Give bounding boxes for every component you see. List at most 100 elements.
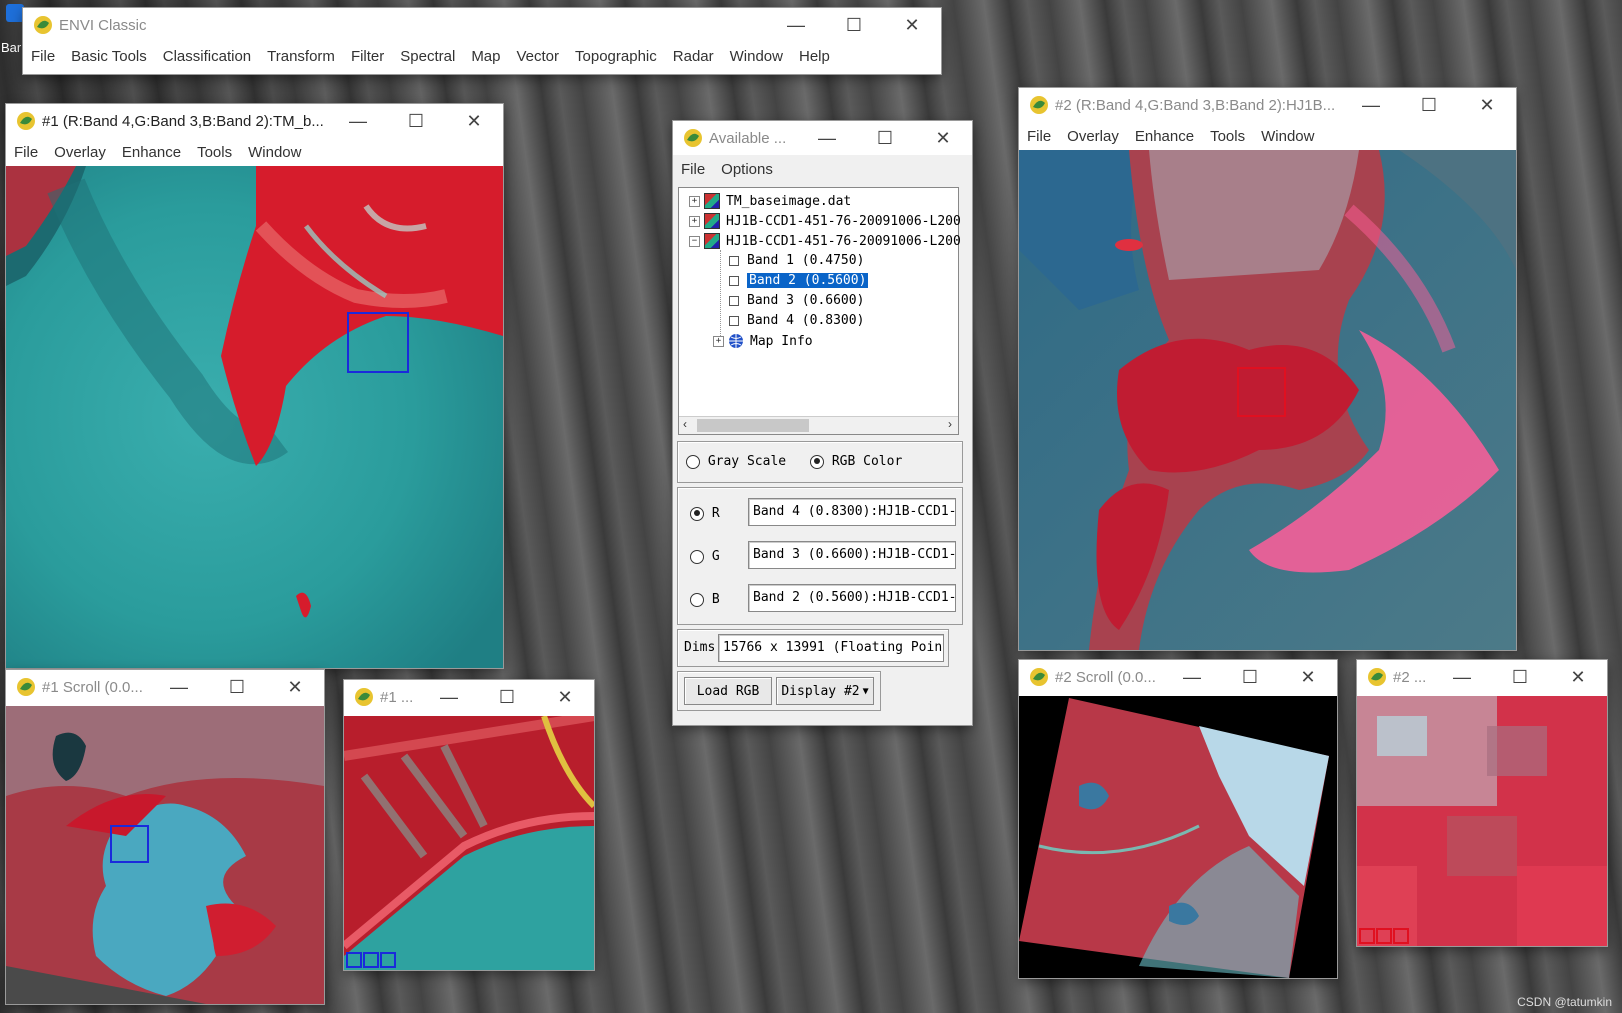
zoom-out-button[interactable] — [346, 952, 362, 968]
close-button[interactable]: ✕ — [1458, 88, 1516, 122]
close-button[interactable]: ✕ — [914, 121, 972, 155]
collapse-icon[interactable]: − — [689, 235, 700, 247]
scrollbar-thumb[interactable] — [697, 419, 809, 432]
menu-window[interactable]: Window — [240, 144, 309, 161]
menu-tools[interactable]: Tools — [189, 144, 240, 161]
close-button[interactable]: ✕ — [445, 104, 503, 138]
gray-scale-radio[interactable] — [686, 454, 700, 469]
scroll1-image[interactable] — [6, 706, 324, 1004]
zoom-in-button[interactable] — [363, 952, 379, 968]
menu-classification[interactable]: Classification — [155, 48, 259, 65]
rgb-color-option[interactable]: RGB Color — [810, 454, 902, 469]
maximize-button[interactable]: ☐ — [1491, 660, 1549, 694]
expand-icon[interactable]: + — [689, 215, 700, 227]
channel-g-field[interactable]: Band 3 (0.6600):HJ1B-CCD1-45 — [748, 541, 956, 569]
close-button[interactable]: ✕ — [266, 670, 324, 704]
menu-help[interactable]: Help — [791, 48, 838, 65]
display1-titlebar[interactable]: #1 (R:Band 4,G:Band 3,B:Band 2):TM_b... … — [6, 104, 503, 138]
maximize-button[interactable]: ☐ — [1221, 660, 1279, 694]
tree-map-info[interactable]: + Map Info — [713, 333, 813, 349]
zoom-reset-button[interactable] — [1393, 928, 1409, 944]
channel-g-option[interactable]: G — [690, 549, 720, 564]
minimize-button[interactable]: — — [1433, 660, 1491, 694]
envi-main-titlebar[interactable]: ENVI Classic — ☐ ✕ — [23, 8, 941, 42]
minimize-button[interactable]: — — [329, 104, 387, 138]
menu-filter[interactable]: Filter — [343, 48, 392, 65]
maximize-button[interactable]: ☐ — [387, 104, 445, 138]
scroll2-titlebar[interactable]: #2 Scroll (0.0... — ☐ ✕ — [1019, 660, 1337, 694]
menu-window[interactable]: Window — [722, 48, 791, 65]
zoom1-image[interactable] — [344, 716, 594, 970]
menu-map[interactable]: Map — [463, 48, 508, 65]
channel-r-option[interactable]: R — [690, 506, 720, 521]
tree-band-4[interactable]: Band 4 (0.8300) — [729, 313, 864, 328]
close-button[interactable]: ✕ — [536, 680, 594, 714]
display2-image[interactable] — [1019, 150, 1516, 650]
scroll1-titlebar[interactable]: #1 Scroll (0.0... — ☐ ✕ — [6, 670, 324, 704]
zoom2-titlebar[interactable]: #2 ... — ☐ ✕ — [1357, 660, 1607, 694]
gray-scale-option[interactable]: Gray Scale — [686, 454, 786, 469]
menu-enhance[interactable]: Enhance — [114, 144, 189, 161]
channel-r-field[interactable]: Band 4 (0.8300):HJ1B-CCD1-45 — [748, 498, 956, 526]
close-button[interactable]: ✕ — [883, 8, 941, 42]
maximize-button[interactable]: ☐ — [478, 680, 536, 714]
menu-vector[interactable]: Vector — [509, 48, 568, 65]
close-button[interactable]: ✕ — [1279, 660, 1337, 694]
minimize-button[interactable]: — — [767, 8, 825, 42]
tree-horizontal-scrollbar[interactable]: ‹ › — [679, 416, 958, 434]
menu-window[interactable]: Window — [1253, 128, 1322, 145]
scroll-right-arrow-icon[interactable]: › — [948, 417, 952, 431]
maximize-button[interactable]: ☐ — [825, 8, 883, 42]
menu-transform[interactable]: Transform — [259, 48, 343, 65]
zoom-out-button[interactable] — [1359, 928, 1375, 944]
tree-file-tm[interactable]: + TM_baseimage.dat — [689, 193, 851, 209]
minimize-button[interactable]: — — [1163, 660, 1221, 694]
tree-band-2[interactable]: Band 2 (0.5600) — [729, 273, 869, 288]
menu-topographic[interactable]: Topographic — [567, 48, 665, 65]
menu-radar[interactable]: Radar — [665, 48, 722, 65]
maximize-button[interactable]: ☐ — [1400, 88, 1458, 122]
minimize-button[interactable]: — — [798, 121, 856, 155]
menu-file[interactable]: File — [1019, 128, 1059, 145]
zoom-in-button[interactable] — [1376, 928, 1392, 944]
zoom2-image[interactable] — [1357, 696, 1607, 946]
tree-band-3[interactable]: Band 3 (0.6600) — [729, 293, 864, 308]
display2-titlebar[interactable]: #2 (R:Band 4,G:Band 3,B:Band 2):HJ1B... … — [1019, 88, 1516, 122]
tree-file-hj1b-1[interactable]: + HJ1B-CCD1-451-76-20091006-L200 — [689, 213, 961, 229]
display-select-button[interactable]: Display #2 ▼ — [776, 677, 874, 705]
tree-file-hj1b-2[interactable]: − HJ1B-CCD1-451-76-20091006-L200 — [689, 233, 961, 249]
channel-r-radio[interactable] — [690, 506, 704, 521]
minimize-button[interactable]: — — [150, 670, 208, 704]
menu-spectral[interactable]: Spectral — [392, 48, 463, 65]
maximize-button[interactable]: ☐ — [856, 121, 914, 155]
menu-options[interactable]: Options — [713, 161, 781, 178]
menu-file[interactable]: File — [673, 161, 713, 178]
channel-b-radio[interactable] — [690, 592, 704, 607]
minimize-button[interactable]: — — [420, 680, 478, 714]
band-tree[interactable]: + TM_baseimage.dat + HJ1B-CCD1-451-76-2009… — [678, 187, 961, 435]
menu-enhance[interactable]: Enhance — [1127, 128, 1202, 145]
display1-image[interactable] — [6, 166, 503, 668]
close-button[interactable]: ✕ — [1549, 660, 1607, 694]
scroll2-image[interactable] — [1019, 696, 1337, 978]
menu-file[interactable]: File — [23, 48, 63, 65]
minimize-button[interactable]: — — [1342, 88, 1400, 122]
menu-tools[interactable]: Tools — [1202, 128, 1253, 145]
expand-icon[interactable]: + — [713, 335, 724, 347]
load-rgb-button[interactable]: Load RGB — [684, 677, 772, 705]
zoom-reset-button[interactable] — [380, 952, 396, 968]
menu-file[interactable]: File — [6, 144, 46, 161]
tree-band-1[interactable]: Band 1 (0.4750) — [729, 253, 864, 268]
channel-g-radio[interactable] — [690, 549, 704, 564]
maximize-button[interactable]: ☐ — [208, 670, 266, 704]
scroll-left-arrow-icon[interactable]: ‹ — [683, 417, 687, 431]
channel-b-option[interactable]: B — [690, 592, 720, 607]
available-bands-titlebar[interactable]: Available ... — ☐ ✕ — [673, 121, 972, 155]
menu-basic-tools[interactable]: Basic Tools — [63, 48, 155, 65]
menu-overlay[interactable]: Overlay — [1059, 128, 1127, 145]
zoom1-titlebar[interactable]: #1 ... — ☐ ✕ — [344, 680, 594, 714]
desktop-icon[interactable]: Bar — [0, 0, 24, 60]
menu-overlay[interactable]: Overlay — [46, 144, 114, 161]
expand-icon[interactable]: + — [689, 195, 700, 207]
channel-b-field[interactable]: Band 2 (0.5600):HJ1B-CCD1-45 — [748, 584, 956, 612]
